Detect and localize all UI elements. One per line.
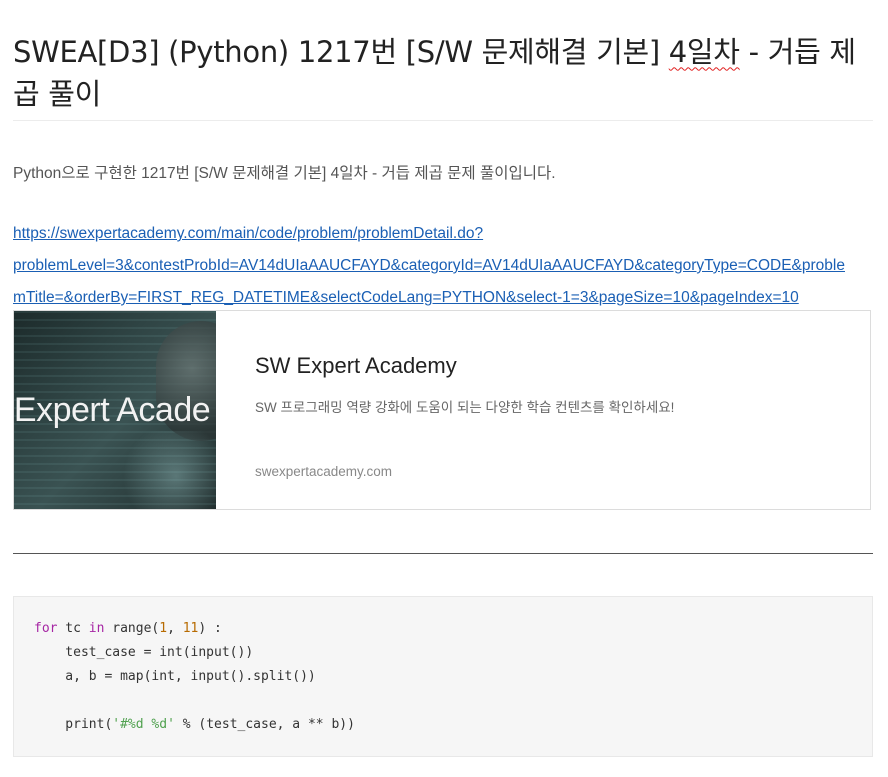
- section-divider: [13, 553, 873, 554]
- number-literal: 1: [159, 621, 168, 636]
- code-line-1-part: ) :: [198, 621, 222, 636]
- thumbnail-glow: [116, 431, 216, 509]
- title-divider: [13, 120, 873, 121]
- string-literal: '#%d %d': [112, 717, 175, 732]
- post-intro: Python으로 구현한 1217번 [S/W 문제해결 기본] 4일차 - 거…: [13, 165, 556, 182]
- keyword-for: for: [34, 621, 58, 636]
- code-block: for tc in range(1, 11) : test_case = int…: [13, 596, 873, 757]
- link-preview-card[interactable]: / Expert Acade SW Expert Academy SW 프로그래…: [13, 310, 871, 510]
- title-main: SWEA[D3] (Python) 1217번 [S/W 문제해결 기본]: [13, 35, 669, 70]
- post-title: SWEA[D3] (Python) 1217번 [S/W 문제해결 기본] 4일…: [13, 31, 879, 115]
- code-line-5-part: % (test_case, a ** b)): [174, 717, 355, 732]
- link-preview-description: SW 프로그래밍 역량 강화에 도움이 되는 다양한 학습 컨텐츠를 확인하세요…: [255, 400, 675, 415]
- code-line-1-part: ,: [167, 621, 183, 636]
- code-line-5: print('#%d %d' % (test_case, a ** b)): [34, 717, 355, 732]
- keyword-in: in: [88, 621, 105, 636]
- problem-link-line2[interactable]: problemLevel=3&contestProbId=AV14dUIaAAU…: [13, 250, 879, 282]
- thumbnail-brand-text: / Expert Acade: [14, 391, 211, 429]
- code-line-2: test_case = int(input()): [34, 645, 254, 660]
- number-literal: 11: [182, 621, 199, 636]
- problem-link[interactable]: https://swexpertacademy.com/main/code/pr…: [13, 218, 879, 314]
- link-preview-thumbnail[interactable]: / Expert Acade: [14, 311, 216, 509]
- code-content: for tc in range(1, 11) : test_case = int…: [34, 617, 355, 737]
- problem-link-line1[interactable]: https://swexpertacademy.com/main/code/pr…: [13, 218, 879, 250]
- code-line-1-part: tc: [57, 621, 89, 636]
- code-line-3: a, b = map(int, input().split()): [34, 669, 316, 684]
- link-preview-domain: swexpertacademy.com: [255, 464, 393, 479]
- code-line-5-part: print(: [34, 717, 113, 732]
- code-line-1: for tc in range(1, 11) :: [34, 621, 222, 636]
- title-spell-flagged: 4일차: [668, 35, 740, 70]
- code-line-1-part: range(: [104, 621, 160, 636]
- link-preview-title[interactable]: SW Expert Academy: [255, 353, 457, 379]
